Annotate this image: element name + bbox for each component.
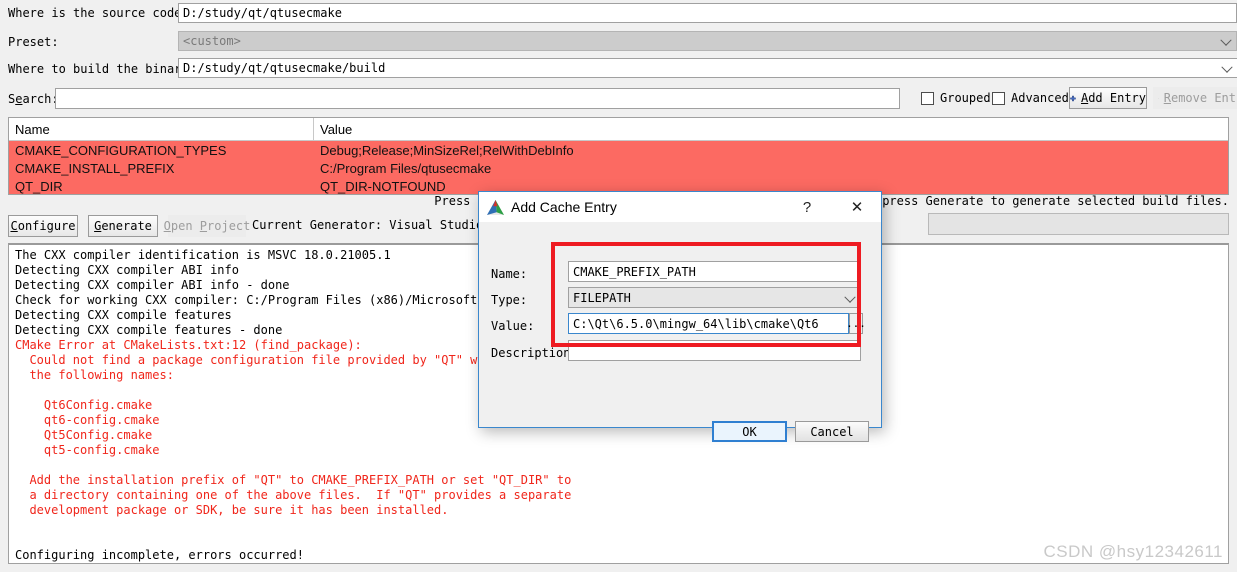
cmake-logo-icon: [487, 199, 504, 215]
name-label: Name:: [491, 267, 528, 281]
chevron-down-icon: [1221, 61, 1233, 73]
preset-value: <custom>: [183, 34, 241, 48]
cancel-button[interactable]: Cancel: [795, 421, 869, 442]
ok-button[interactable]: OK: [712, 421, 787, 442]
remove-icon: [1158, 97, 1159, 99]
cell-name: CMAKE_CONFIGURATION_TYPES: [15, 142, 227, 158]
watermark: CSDN @hsy12342611: [1043, 542, 1223, 561]
generate-label: Generate: [94, 219, 152, 233]
remove-entry-label: Remove Ent: [1163, 91, 1236, 105]
table-row[interactable]: CMAKE_CONFIGURATION_TYPES Debug;Release;…: [9, 141, 1228, 159]
cache-entries-table[interactable]: Name Value CMAKE_CONFIGURATION_TYPES Deb…: [8, 117, 1229, 195]
remove-entry-button: Remove Ent: [1153, 87, 1237, 109]
log-line-error: Add the installation prefix of "QT" to C…: [15, 473, 572, 487]
generate-button[interactable]: Generate: [88, 215, 158, 237]
add-entry-button[interactable]: Add Entry: [1069, 87, 1147, 109]
plus-icon: [1070, 95, 1076, 101]
cell-value: C:/Program Files/qtusecmake: [320, 160, 492, 176]
open-project-label: Open Project: [163, 219, 251, 233]
preset-label: Preset:: [8, 35, 59, 49]
log-line-error: Qt5Config.cmake: [15, 428, 153, 442]
advanced-label: Advanced: [1011, 91, 1069, 105]
table-row[interactable]: CMAKE_INSTALL_PREFIX C:/Program Files/qt…: [9, 159, 1228, 177]
log-line-error: [15, 458, 1222, 473]
preset-row: Preset:: [8, 31, 168, 53]
cell-name: QT_DIR: [15, 178, 63, 194]
add-entry-label: Add Entry: [1080, 91, 1146, 105]
grouped-label: Grouped: [940, 91, 991, 105]
preset-combo[interactable]: <custom>: [178, 31, 1237, 51]
cmake-gui-window: Where is the source code: D:/study/qt/qt…: [0, 0, 1237, 572]
chevron-down-icon: [1220, 34, 1232, 46]
close-icon[interactable]: ✕: [841, 192, 873, 222]
description-label: Description:: [491, 346, 578, 360]
name-value: CMAKE_PREFIX_PATH: [573, 264, 696, 279]
configure-button[interactable]: Configure: [8, 215, 78, 237]
type-value: FILEPATH: [573, 290, 631, 305]
log-line: [15, 518, 1222, 533]
column-header-value[interactable]: Value: [314, 118, 1228, 140]
cancel-label: Cancel: [810, 424, 854, 439]
type-combo[interactable]: FILEPATH: [568, 287, 861, 308]
browse-label: ...: [846, 317, 866, 330]
configure-label: Configure: [10, 219, 76, 233]
chevron-down-icon: [844, 291, 856, 303]
log-line-error: qt5-config.cmake: [15, 443, 160, 457]
dialog-title-bar: Add Cache Entry ? ✕: [479, 192, 881, 222]
progress-bar: [928, 213, 1229, 235]
value-value: C:\Qt\6.5.0\mingw_64\lib\cmake\Qt6: [573, 316, 819, 331]
log-line-error: development package or SDK, be sure it h…: [15, 503, 449, 517]
type-label: Type:: [491, 293, 528, 307]
dialog-title: Add Cache Entry: [511, 199, 617, 215]
search-input[interactable]: [55, 88, 900, 109]
build-binaries-row: Where to build the binaries:: [8, 58, 210, 80]
value-input[interactable]: C:\Qt\6.5.0\mingw_64\lib\cmake\Qt6: [568, 313, 849, 334]
add-cache-entry-dialog: Add Cache Entry ? ✕ Name: CMAKE_PREFIX_P…: [478, 191, 882, 442]
grouped-checkbox[interactable]: Grouped: [921, 91, 991, 105]
ok-label: OK: [742, 424, 757, 439]
log-line: [15, 533, 1222, 548]
build-binaries-value: D:/study/qt/qtusecmake/build: [183, 61, 386, 75]
help-button[interactable]: ?: [791, 192, 823, 222]
source-code-input[interactable]: D:/study/qt/qtusecmake: [178, 3, 1237, 23]
checkbox-box: [992, 91, 1005, 105]
table-header-row: Name Value: [9, 118, 1228, 141]
value-label: Value:: [491, 319, 535, 333]
log-line: Configuring incomplete, errors occurred!: [15, 548, 304, 562]
build-binaries-input[interactable]: D:/study/qt/qtusecmake/build: [178, 58, 1237, 78]
log-line-error: a directory containing one of the above …: [15, 488, 572, 502]
checkbox-box: [921, 91, 934, 105]
description-input[interactable]: [568, 340, 861, 361]
column-header-name[interactable]: Name: [9, 118, 314, 140]
cell-name: CMAKE_INSTALL_PREFIX: [15, 160, 175, 176]
name-input[interactable]: CMAKE_PREFIX_PATH: [568, 261, 861, 282]
advanced-checkbox[interactable]: Advanced: [992, 91, 1069, 105]
dialog-body: Name: CMAKE_PREFIX_PATH Type: FILEPATH V…: [479, 222, 881, 442]
source-code-label: Where is the source code:: [8, 6, 189, 20]
source-code-value: D:/study/qt/qtusecmake: [183, 6, 342, 20]
search-label: Search:: [8, 92, 59, 106]
browse-button[interactable]: ...: [846, 313, 866, 334]
open-project-button: Open Project: [164, 215, 250, 237]
cell-value: Debug;Release;MinSizeRel;RelWithDebInfo: [320, 142, 574, 158]
